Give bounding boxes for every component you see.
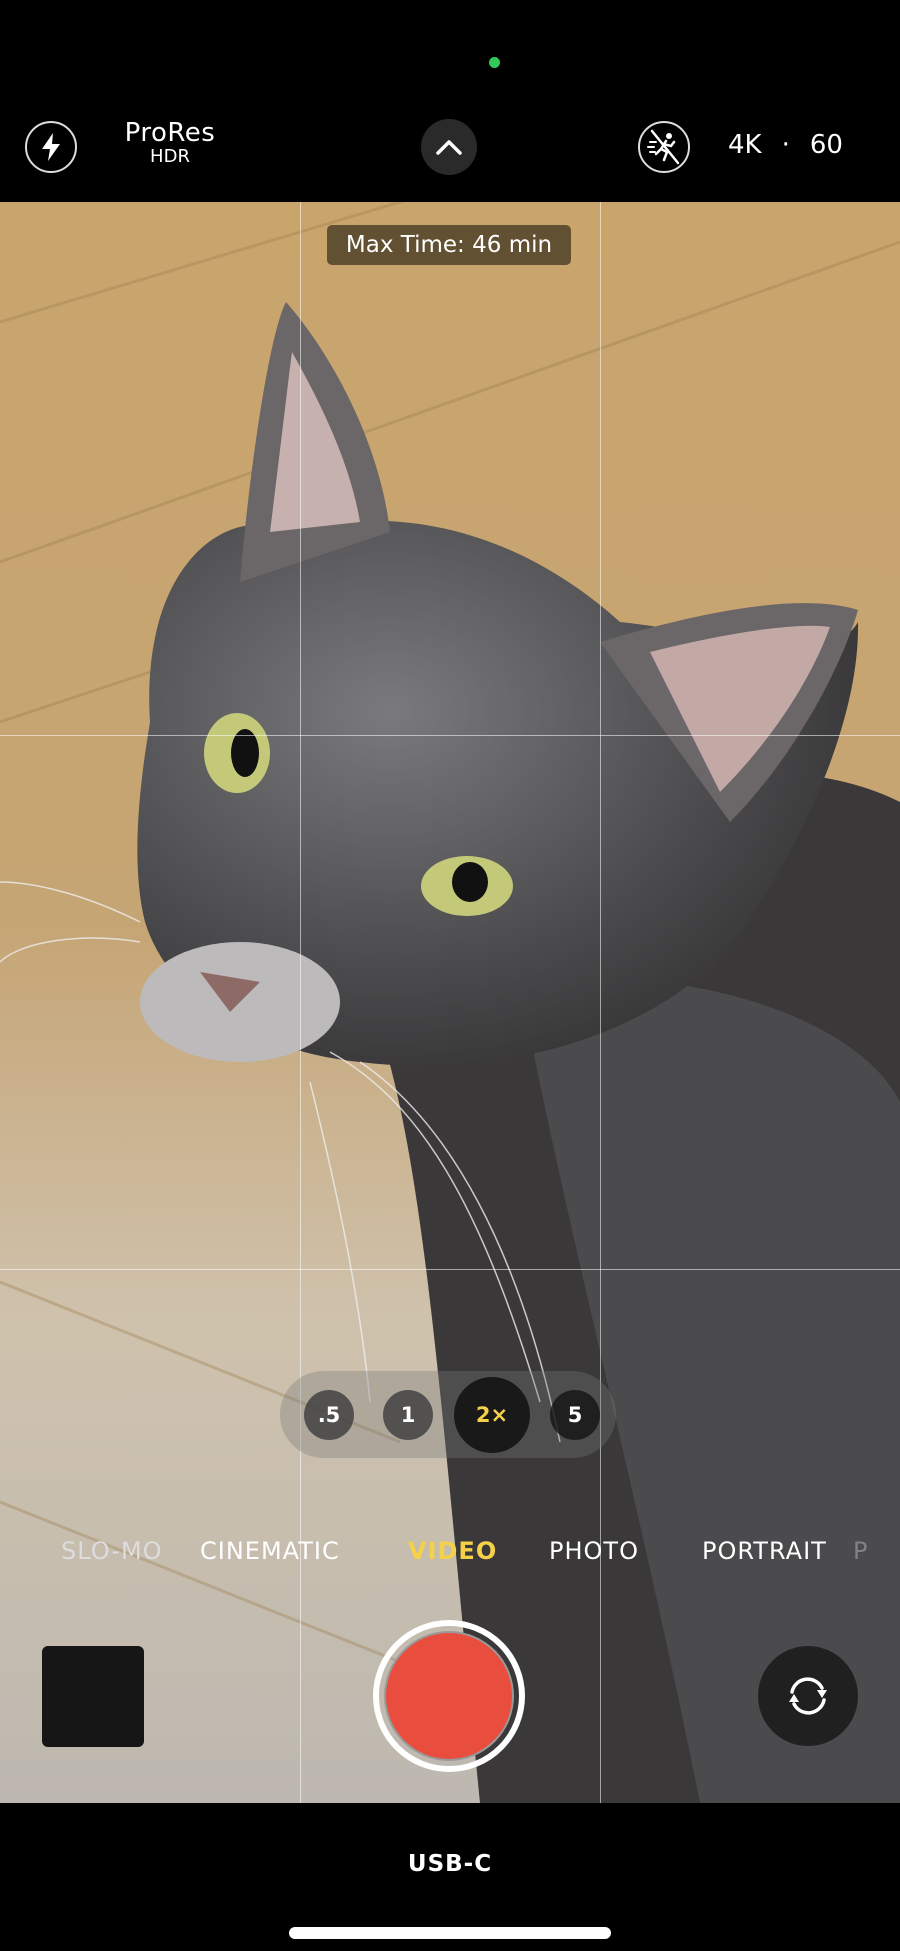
max-time-badge: Max Time: 46 min bbox=[327, 225, 571, 265]
zoom-0.5x-button[interactable]: .5 bbox=[304, 1390, 354, 1440]
mode-slo-mo[interactable]: SLO-MO bbox=[61, 1537, 163, 1565]
chevron-up-icon bbox=[436, 140, 462, 155]
mode-photo[interactable]: PHOTO bbox=[549, 1537, 639, 1565]
home-indicator[interactable] bbox=[289, 1927, 611, 1939]
zoom-5x-button[interactable]: 5 bbox=[550, 1390, 600, 1440]
format-selector[interactable]: 4K · 60 bbox=[728, 130, 843, 160]
bolt-icon bbox=[42, 133, 60, 161]
grid-line bbox=[0, 1269, 900, 1270]
separator: · bbox=[781, 130, 790, 160]
resolution-label[interactable]: 4K bbox=[728, 130, 762, 160]
mode-portrait[interactable]: PORTRAIT bbox=[702, 1537, 827, 1565]
camera-in-use-indicator bbox=[489, 57, 500, 68]
viewfinder[interactable]: Max Time: 46 min .5 1 2× 5 SLO-MO CINEMA… bbox=[0, 202, 900, 1803]
prores-toggle[interactable]: ProRes HDR bbox=[110, 120, 230, 166]
expand-controls-button[interactable] bbox=[421, 119, 477, 175]
flash-button[interactable] bbox=[25, 121, 77, 173]
framerate-label[interactable]: 60 bbox=[810, 130, 843, 160]
mode-video[interactable]: VIDEO bbox=[408, 1537, 497, 1565]
prores-label: ProRes bbox=[124, 118, 216, 148]
action-mode-button[interactable] bbox=[638, 121, 690, 173]
flip-camera-button[interactable] bbox=[758, 1646, 858, 1746]
hdr-label: HDR bbox=[150, 146, 190, 167]
mode-pano[interactable]: P bbox=[853, 1537, 868, 1565]
zoom-1x-button[interactable]: 1 bbox=[383, 1390, 433, 1440]
zoom-2x-button[interactable]: 2× bbox=[454, 1377, 530, 1453]
top-bar: ProRes HDR 4K · 60 bbox=[0, 0, 900, 202]
record-dot bbox=[386, 1633, 512, 1759]
usb-c-label: USB-C bbox=[407, 1851, 493, 1877]
grid-line bbox=[0, 735, 900, 736]
action-mode-off-icon bbox=[647, 129, 680, 165]
last-capture-thumbnail[interactable] bbox=[42, 1646, 144, 1747]
record-button[interactable] bbox=[373, 1620, 525, 1772]
camera-rotate-icon bbox=[789, 1677, 827, 1715]
zoom-selector: .5 1 2× 5 bbox=[280, 1371, 616, 1458]
bottom-bar: USB-C bbox=[0, 1803, 900, 1951]
mode-cinematic[interactable]: CINEMATIC bbox=[200, 1537, 340, 1565]
